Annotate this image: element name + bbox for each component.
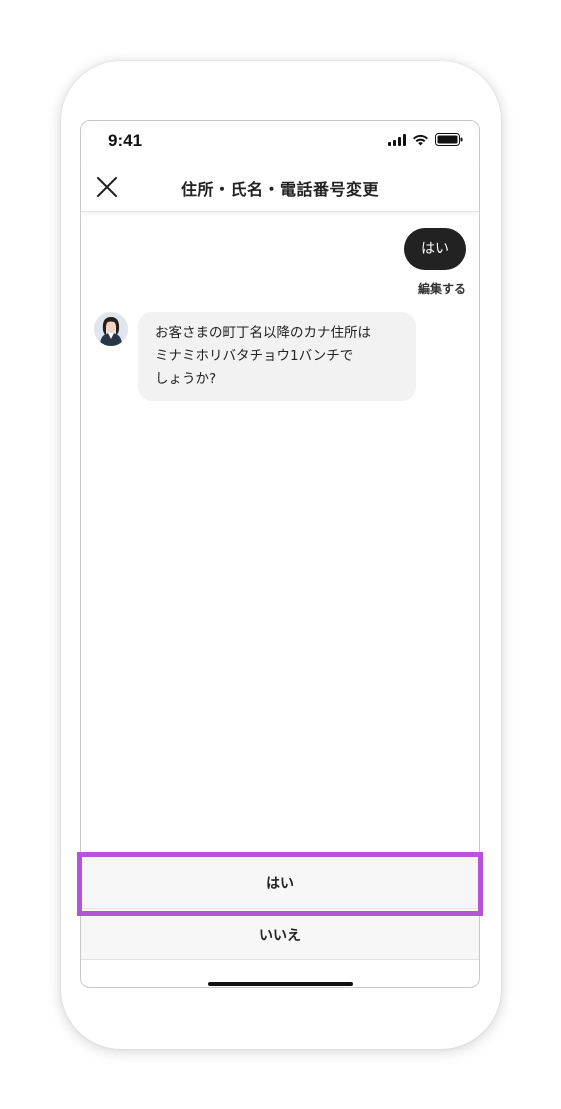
nav-bar: 住所・氏名・電話番号変更 xyxy=(81,163,479,212)
user-message-bubble: はい xyxy=(404,228,466,270)
phone-screen: 9:41 住所・氏名・電話番号変更 はい 編集する お客さまの町丁名以降のカナ住… xyxy=(80,120,480,988)
avatar xyxy=(94,312,128,346)
battery-icon xyxy=(435,133,463,146)
chat-area: はい 編集する お客さまの町丁名以降のカナ住所は ミナミホリバタチョウ1バンチで… xyxy=(81,212,479,852)
bot-message-bubble: お客さまの町丁名以降のカナ住所は ミナミホリバタチョウ1バンチで しょうか? xyxy=(138,312,416,401)
edit-link[interactable]: 編集する xyxy=(418,280,466,297)
status-bar: 9:41 xyxy=(81,121,479,163)
status-time: 9:41 xyxy=(108,131,143,150)
status-icons xyxy=(388,133,463,146)
page-title: 住所・氏名・電話番号変更 xyxy=(180,180,379,199)
signal-icon xyxy=(388,133,406,146)
quick-reply-options: はい いいえ xyxy=(81,856,479,960)
stage: 9:41 住所・氏名・電話番号変更 はい 編集する お客さまの町丁名以降のカナ住… xyxy=(0,0,561,1109)
wifi-icon xyxy=(412,134,429,146)
no-button[interactable]: いいえ xyxy=(81,908,479,960)
yes-button[interactable]: はい xyxy=(81,856,479,908)
home-indicator xyxy=(208,982,353,986)
